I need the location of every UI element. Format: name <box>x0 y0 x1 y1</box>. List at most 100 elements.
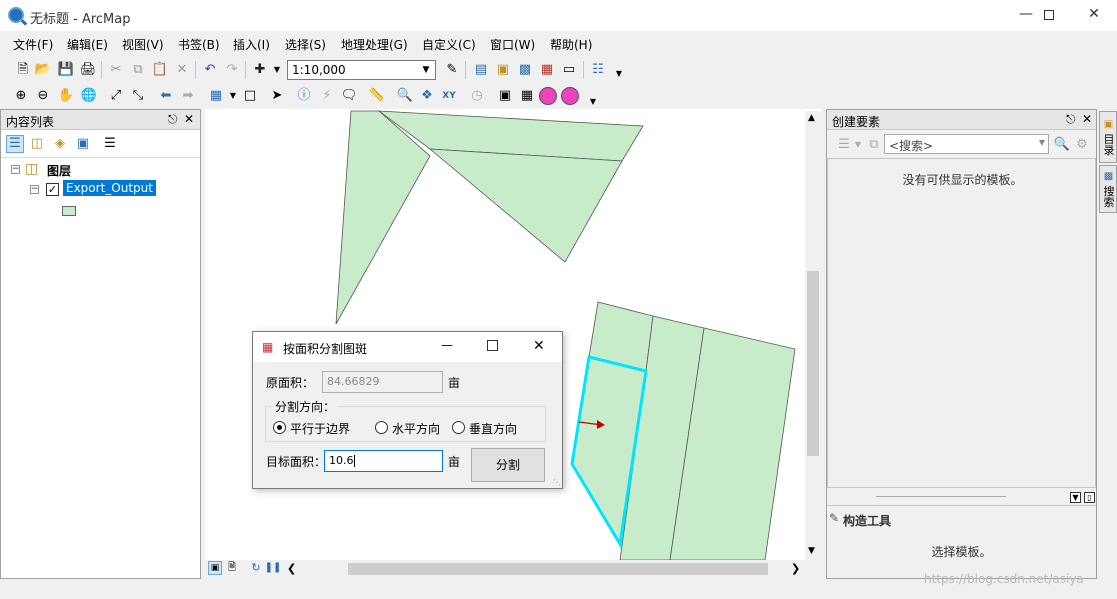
list-by-drawing-order-icon[interactable]: ☰ <box>6 135 24 153</box>
layout-view-icon[interactable]: 🗎 <box>225 561 239 575</box>
map-scale-combobox[interactable]: 1:10,000 ▼ <box>287 60 436 80</box>
data-view-icon[interactable]: ▣ <box>208 561 222 575</box>
radio-parallel-to-boundary-label[interactable]: 平行于边界 <box>290 420 350 437</box>
map-vertical-scrollbar[interactable]: ▲ ▼ <box>805 111 821 560</box>
menu-file[interactable]: 文件(F) <box>13 36 53 53</box>
radio-horizontal-label[interactable]: 水平方向 <box>392 420 440 437</box>
time-slider-icon[interactable]: ◷ <box>468 87 486 105</box>
fixed-zoom-out-icon[interactable]: ⤡ <box>129 87 147 105</box>
menu-bookmarks[interactable]: 书签(B) <box>178 36 220 53</box>
layer-name[interactable]: Export_Output <box>63 180 156 196</box>
menu-insert[interactable]: 插入(I) <box>233 36 270 53</box>
radio-parallel-to-boundary[interactable] <box>273 421 286 434</box>
html-popup-icon[interactable]: 🗨 <box>340 87 358 105</box>
options-icon[interactable]: ☰ <box>101 135 119 153</box>
radio-vertical-label[interactable]: 垂直方向 <box>469 420 517 437</box>
custom-tool-a-icon[interactable] <box>539 87 557 105</box>
menu-customize[interactable]: 自定义(C) <box>422 36 476 53</box>
close-icon[interactable]: ✕ <box>1082 112 1092 126</box>
arctoolbox-icon[interactable]: ▦ <box>538 61 556 79</box>
select-dropdown-icon[interactable]: ▼ <box>224 87 242 105</box>
measure-icon[interactable]: 📏 <box>368 87 386 105</box>
chevron-down-icon[interactable]: ▼ <box>1039 138 1045 147</box>
python-window-icon[interactable]: ▭ <box>560 61 578 79</box>
menu-selection[interactable]: 选择(S) <box>285 36 326 53</box>
scroll-right-icon[interactable]: ❯ <box>791 562 800 575</box>
expand-icon[interactable]: ▯ <box>1084 492 1095 503</box>
delete-icon[interactable]: ✕ <box>173 61 191 79</box>
menu-window[interactable]: 窗口(W) <box>490 36 535 53</box>
open-folder-icon[interactable]: 📂 <box>34 61 52 79</box>
panel-splitter[interactable] <box>876 496 1006 497</box>
copy-icon[interactable]: ⧉ <box>129 61 147 79</box>
menu-edit[interactable]: 编辑(E) <box>67 36 108 53</box>
select-features-icon[interactable]: ▦ <box>207 87 225 105</box>
menu-view[interactable]: 视图(V) <box>122 36 164 53</box>
pan-icon[interactable]: ✋ <box>57 87 75 105</box>
hyperlink-icon[interactable]: ⚡ <box>318 87 336 105</box>
close-button[interactable]: ✕ <box>1071 0 1117 31</box>
add-data-dropdown-icon[interactable]: ▼ <box>268 61 286 79</box>
scroll-down-icon[interactable]: ▼ <box>808 546 815 556</box>
toolbar-options-icon[interactable]: ▼ <box>610 65 628 83</box>
pause-drawing-icon[interactable]: ❚❚ <box>265 561 282 575</box>
fixed-zoom-in-icon[interactable]: ⤢ <box>107 87 125 105</box>
scroll-left-icon[interactable]: ❮ <box>287 562 296 575</box>
undo-icon[interactable]: ↶ <box>201 61 219 79</box>
full-extent-icon[interactable]: 🌐 <box>80 87 98 105</box>
pin-icon[interactable]: ⎋ <box>168 112 178 127</box>
list-by-source-icon[interactable]: ◫ <box>28 135 46 153</box>
editor-toolbar-icon[interactable]: ✎ <box>443 61 461 79</box>
scrollbar-thumb[interactable] <box>807 271 819 456</box>
menu-help[interactable]: 帮助(H) <box>550 36 592 53</box>
split-button[interactable]: 分割 <box>471 448 545 482</box>
search-side-tab[interactable]: ▩ 搜索 <box>1099 165 1117 213</box>
redo-icon[interactable]: ↷ <box>223 61 241 79</box>
layer-visibility-checkbox[interactable]: ✓ <box>46 183 59 196</box>
add-data-icon[interactable]: ✚ <box>251 61 269 79</box>
pin-icon[interactable]: ⎋ <box>1066 112 1076 127</box>
close-icon[interactable]: ✕ <box>184 112 194 126</box>
map-horizontal-scrollbar[interactable]: ▣ 🗎 ↻ ❚❚ ❮ ❯ <box>205 560 805 578</box>
zoom-out-icon[interactable]: ⊖ <box>34 87 52 105</box>
refresh-icon[interactable]: ↻ <box>249 561 263 575</box>
dialog-maximize-button[interactable] <box>487 340 498 351</box>
identify-icon[interactable]: ⓘ <box>295 87 313 105</box>
select-elements-icon[interactable]: ➤ <box>268 87 286 105</box>
create-viewer-icon[interactable]: ▣ <box>496 87 514 105</box>
go-to-xy-icon[interactable]: XY <box>440 87 458 105</box>
overview-icon[interactable]: ▦ <box>518 87 536 105</box>
map-polygon[interactable] <box>428 148 623 263</box>
search-window-icon[interactable]: ▩ <box>516 61 534 79</box>
save-icon[interactable]: 💾 <box>57 61 75 79</box>
catalog-side-tab[interactable]: ▣ 目录 <box>1099 111 1117 163</box>
find-icon[interactable]: 🔍 <box>396 87 414 105</box>
new-document-icon[interactable]: 🗎 <box>14 61 32 79</box>
clear-selection-icon[interactable]: □ <box>241 87 259 105</box>
back-arrow-icon[interactable]: ⬅ <box>157 87 175 105</box>
dialog-minimize-button[interactable]: — <box>441 338 453 352</box>
map-polygon[interactable] <box>335 110 431 325</box>
zoom-in-icon[interactable]: ⊕ <box>12 87 30 105</box>
menu-geoprocessing[interactable]: 地理处理(G) <box>341 36 408 53</box>
collapse-layers-icon[interactable]: − <box>11 165 20 174</box>
find-route-icon[interactable]: ❖ <box>418 87 436 105</box>
print-icon[interactable]: 🖨 <box>79 61 97 79</box>
maximize-button[interactable] <box>1026 0 1072 31</box>
scrollbar-thumb[interactable] <box>348 563 768 575</box>
target-area-input[interactable]: 10.6 <box>324 450 443 472</box>
radio-horizontal[interactable] <box>375 421 388 434</box>
cut-icon[interactable]: ✂ <box>107 61 125 79</box>
custom-tool-b-icon[interactable] <box>561 87 579 105</box>
resize-grip-icon[interactable]: ⋱ <box>553 478 561 487</box>
collapse-icon[interactable]: ▼ <box>1070 492 1081 503</box>
layer-symbol-swatch[interactable] <box>62 206 76 216</box>
template-properties-icon[interactable]: ⧉ <box>865 136 883 154</box>
forward-arrow-icon[interactable]: ➡ <box>179 87 197 105</box>
search-icon[interactable]: 🔍 <box>1053 136 1071 154</box>
radio-vertical[interactable] <box>452 421 465 434</box>
list-by-visibility-icon[interactable]: ◈ <box>51 135 69 153</box>
catalog-window-icon[interactable]: ▣ <box>494 61 512 79</box>
search-options-icon[interactable]: ⚙ <box>1073 136 1091 154</box>
list-by-selection-icon[interactable]: ▣ <box>74 135 92 153</box>
